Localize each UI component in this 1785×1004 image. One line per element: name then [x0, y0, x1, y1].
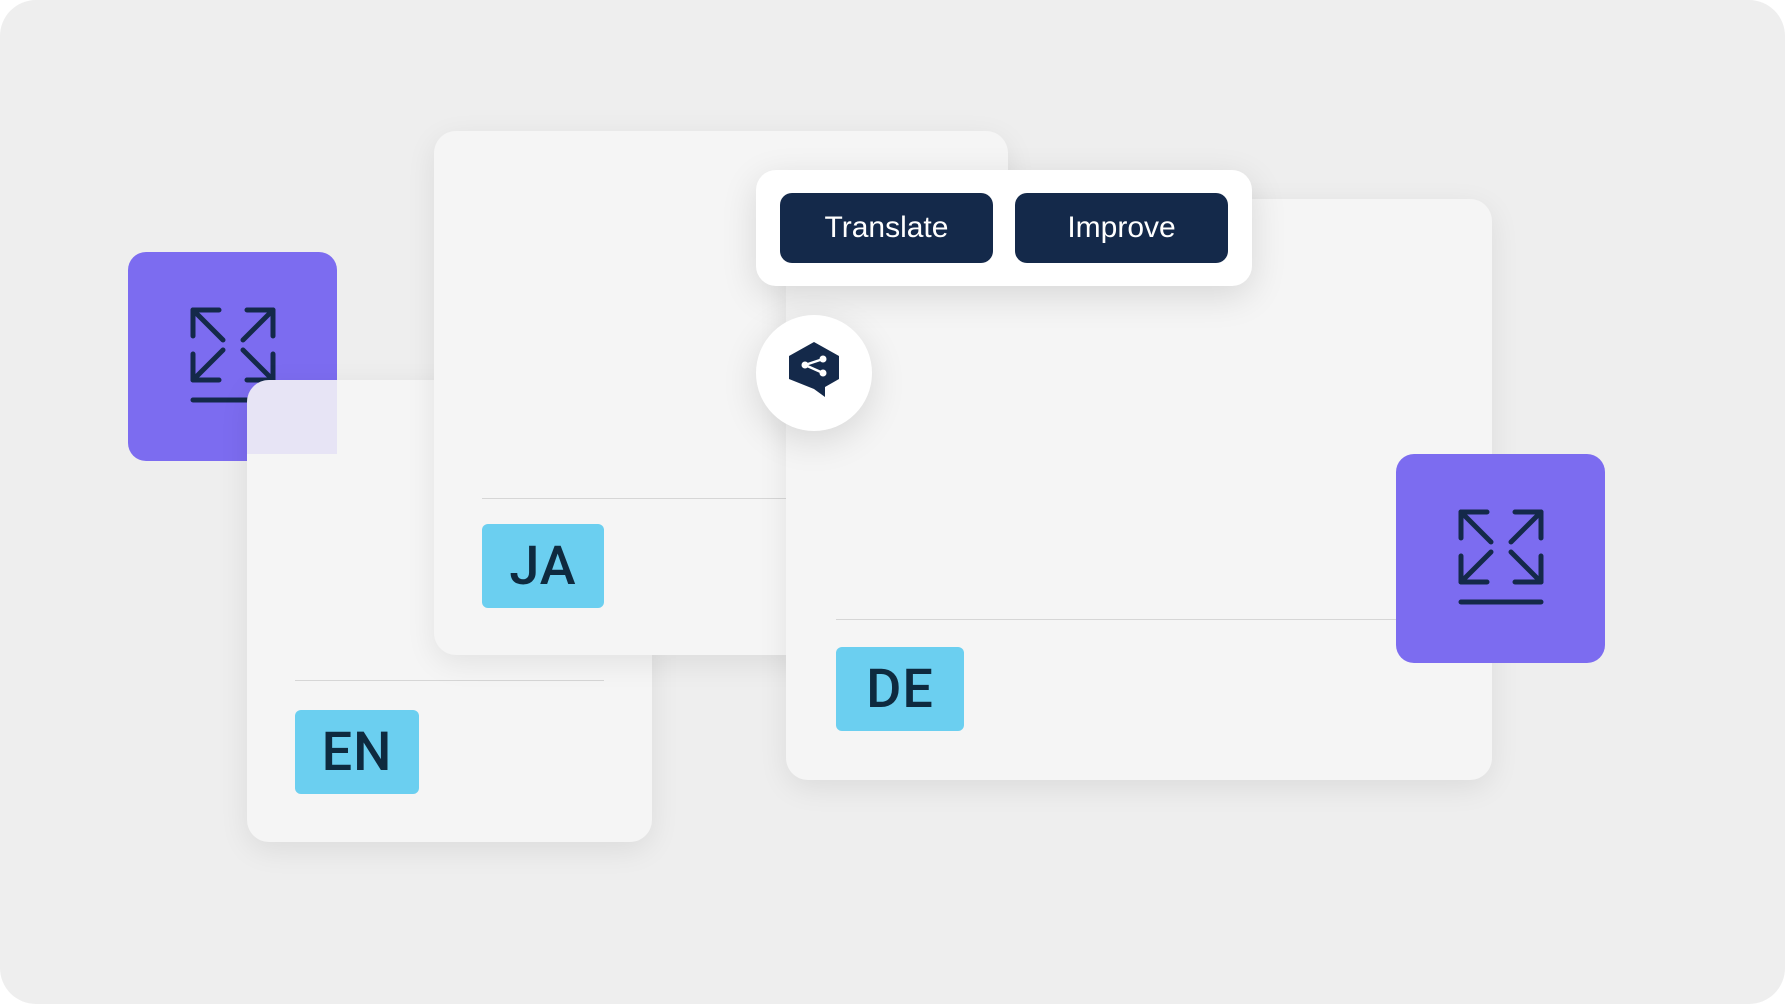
- card-divider: [836, 619, 1442, 620]
- language-code-label: JA: [509, 535, 576, 598]
- app-logo-icon: [783, 339, 845, 407]
- button-label: Translate: [825, 211, 949, 245]
- overlay-highlight: [247, 380, 337, 454]
- language-badge-ja: JA: [482, 524, 604, 608]
- translate-button[interactable]: Translate: [780, 193, 993, 263]
- expand-tile-right: [1396, 454, 1605, 663]
- action-toolbar: Translate Improve: [756, 170, 1252, 286]
- expand-icon: [1451, 502, 1551, 616]
- language-badge-de: DE: [836, 647, 964, 731]
- language-code-label: EN: [322, 721, 393, 784]
- language-code-label: DE: [866, 658, 934, 721]
- language-card-de: DE: [786, 199, 1492, 780]
- button-label: Improve: [1067, 211, 1175, 245]
- language-badge-en: EN: [295, 710, 419, 794]
- card-divider: [295, 680, 604, 681]
- improve-button[interactable]: Improve: [1015, 193, 1228, 263]
- app-logo-button[interactable]: [756, 315, 872, 431]
- illustration-canvas: EN JA DE Translate Improve: [0, 0, 1785, 1004]
